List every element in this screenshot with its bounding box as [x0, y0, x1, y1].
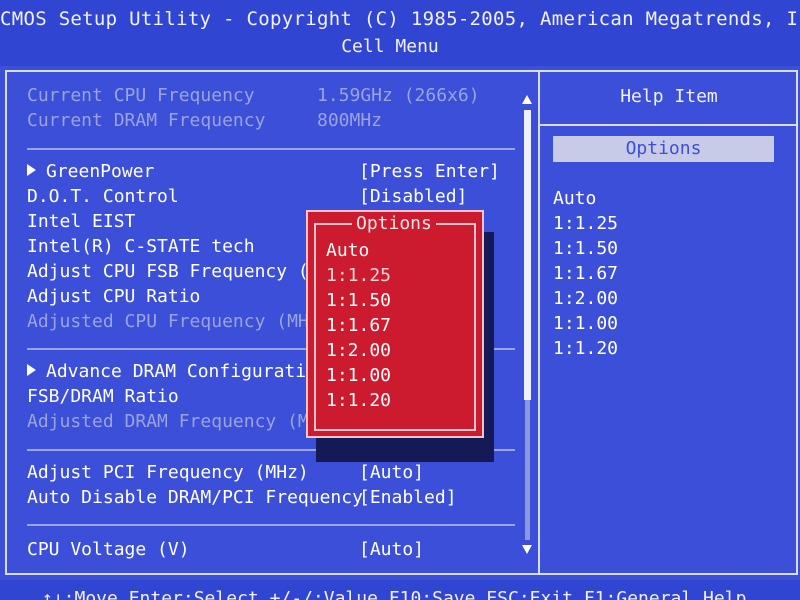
help-title: Help Item	[620, 86, 718, 107]
separator	[27, 148, 515, 150]
setting-cpu-fsb-frequency[interactable]: Adjust CPU FSB Frequency (MH	[27, 260, 330, 284]
submenu-arrow-icon	[27, 164, 36, 176]
scroll-down-arrow-icon[interactable]	[522, 545, 532, 554]
help-option: 1:1.20	[553, 338, 619, 359]
adjusted-dram-frequency: Adjusted DRAM Frequency (MHz	[27, 411, 331, 432]
popup-option[interactable]: 1:1.67	[326, 313, 391, 338]
popup-option[interactable]: 1:1.00	[326, 363, 391, 388]
pci-frequency-value[interactable]: [Auto]	[359, 461, 424, 485]
setting-dot-control[interactable]: D.O.T. Control	[27, 185, 179, 209]
help-option: 1:2.00	[553, 288, 619, 309]
current-dram-frequency-label: Current DRAM Frequency	[27, 110, 266, 131]
help-option: 1:1.67	[553, 263, 619, 284]
setting-fsb-dram-ratio[interactable]: FSB/DRAM Ratio	[27, 385, 179, 409]
setting-intel-eist[interactable]: Intel EIST	[27, 210, 135, 234]
greenpower-value[interactable]: [Press Enter]	[359, 160, 500, 184]
help-options-list: Auto 1:1.25 1:1.50 1:1.67 1:2.00 1:1.00 …	[553, 186, 618, 361]
setting-advance-dram[interactable]: Advance DRAM Configuration	[27, 360, 328, 384]
dot-control-value[interactable]: [Disabled]	[359, 185, 467, 209]
setting-label: Advance DRAM Configuration	[46, 361, 328, 382]
panel-divider	[538, 72, 540, 573]
header: CMOS Setup Utility - Copyright (C) 1985-…	[0, 0, 800, 66]
setting-auto-disable[interactable]: Auto Disable DRAM/PCI Frequency	[27, 486, 363, 510]
popup-option[interactable]: 1:1.20	[326, 388, 391, 413]
help-option: 1:1.50	[553, 238, 619, 259]
setting-greenpower[interactable]: GreenPower	[27, 160, 154, 184]
options-popup: Options Auto 1:1.25 1:1.50 1:1.67 1:2.00…	[306, 210, 484, 438]
help-option: Auto	[553, 188, 597, 209]
submenu-arrow-icon	[27, 364, 36, 376]
popup-options-list: Auto 1:1.25 1:1.50 1:1.67 1:2.00 1:1.00 …	[326, 238, 391, 413]
current-cpu-frequency-value: 1.59GHz (266x6)	[317, 85, 480, 106]
help-option: 1:1.00	[553, 313, 619, 334]
setting-cpu-ratio[interactable]: Adjust CPU Ratio	[27, 285, 200, 309]
help-separator	[540, 124, 798, 126]
header-title: CMOS Setup Utility - Copyright (C) 1985-…	[0, 8, 800, 30]
popup-title: Options	[352, 212, 436, 236]
adjusted-cpu-frequency: Adjusted CPU Frequency (MHz)	[27, 311, 331, 332]
help-option: 1:1.25	[553, 213, 619, 234]
setting-cpu-voltage[interactable]: CPU Voltage (V)	[27, 538, 190, 562]
separator	[27, 524, 515, 526]
key-help-text: ↑↓:Move Enter:Select +/-/:Value F10:Save…	[42, 588, 747, 600]
popup-option-selected[interactable]: 1:1.25	[326, 263, 391, 288]
auto-disable-value[interactable]: [Enabled]	[359, 486, 457, 510]
menu-title: Cell Menu	[341, 36, 439, 57]
setting-label: GreenPower	[46, 161, 155, 182]
scroll-up-arrow-icon[interactable]	[522, 95, 532, 104]
popup-option[interactable]: 1:1.50	[326, 288, 391, 313]
popup-option[interactable]: 1:2.00	[326, 338, 391, 363]
bios-screen: CMOS Setup Utility - Copyright (C) 1985-…	[0, 0, 800, 600]
scrollbar-thumb[interactable]	[524, 110, 531, 400]
cpu-voltage-value[interactable]: [Auto]	[359, 538, 424, 562]
help-options-label: Options	[553, 136, 774, 162]
current-cpu-frequency-label: Current CPU Frequency	[27, 85, 255, 106]
popup-option-auto[interactable]: Auto	[326, 238, 391, 263]
current-dram-frequency-value: 800MHz	[317, 110, 383, 131]
key-help-footer: ↑↓:Move Enter:Select +/-/:Value F10:Save…	[0, 580, 800, 600]
setting-pci-frequency[interactable]: Adjust PCI Frequency (MHz)	[27, 461, 309, 485]
setting-c-state[interactable]: Intel(R) C-STATE tech	[27, 235, 255, 259]
